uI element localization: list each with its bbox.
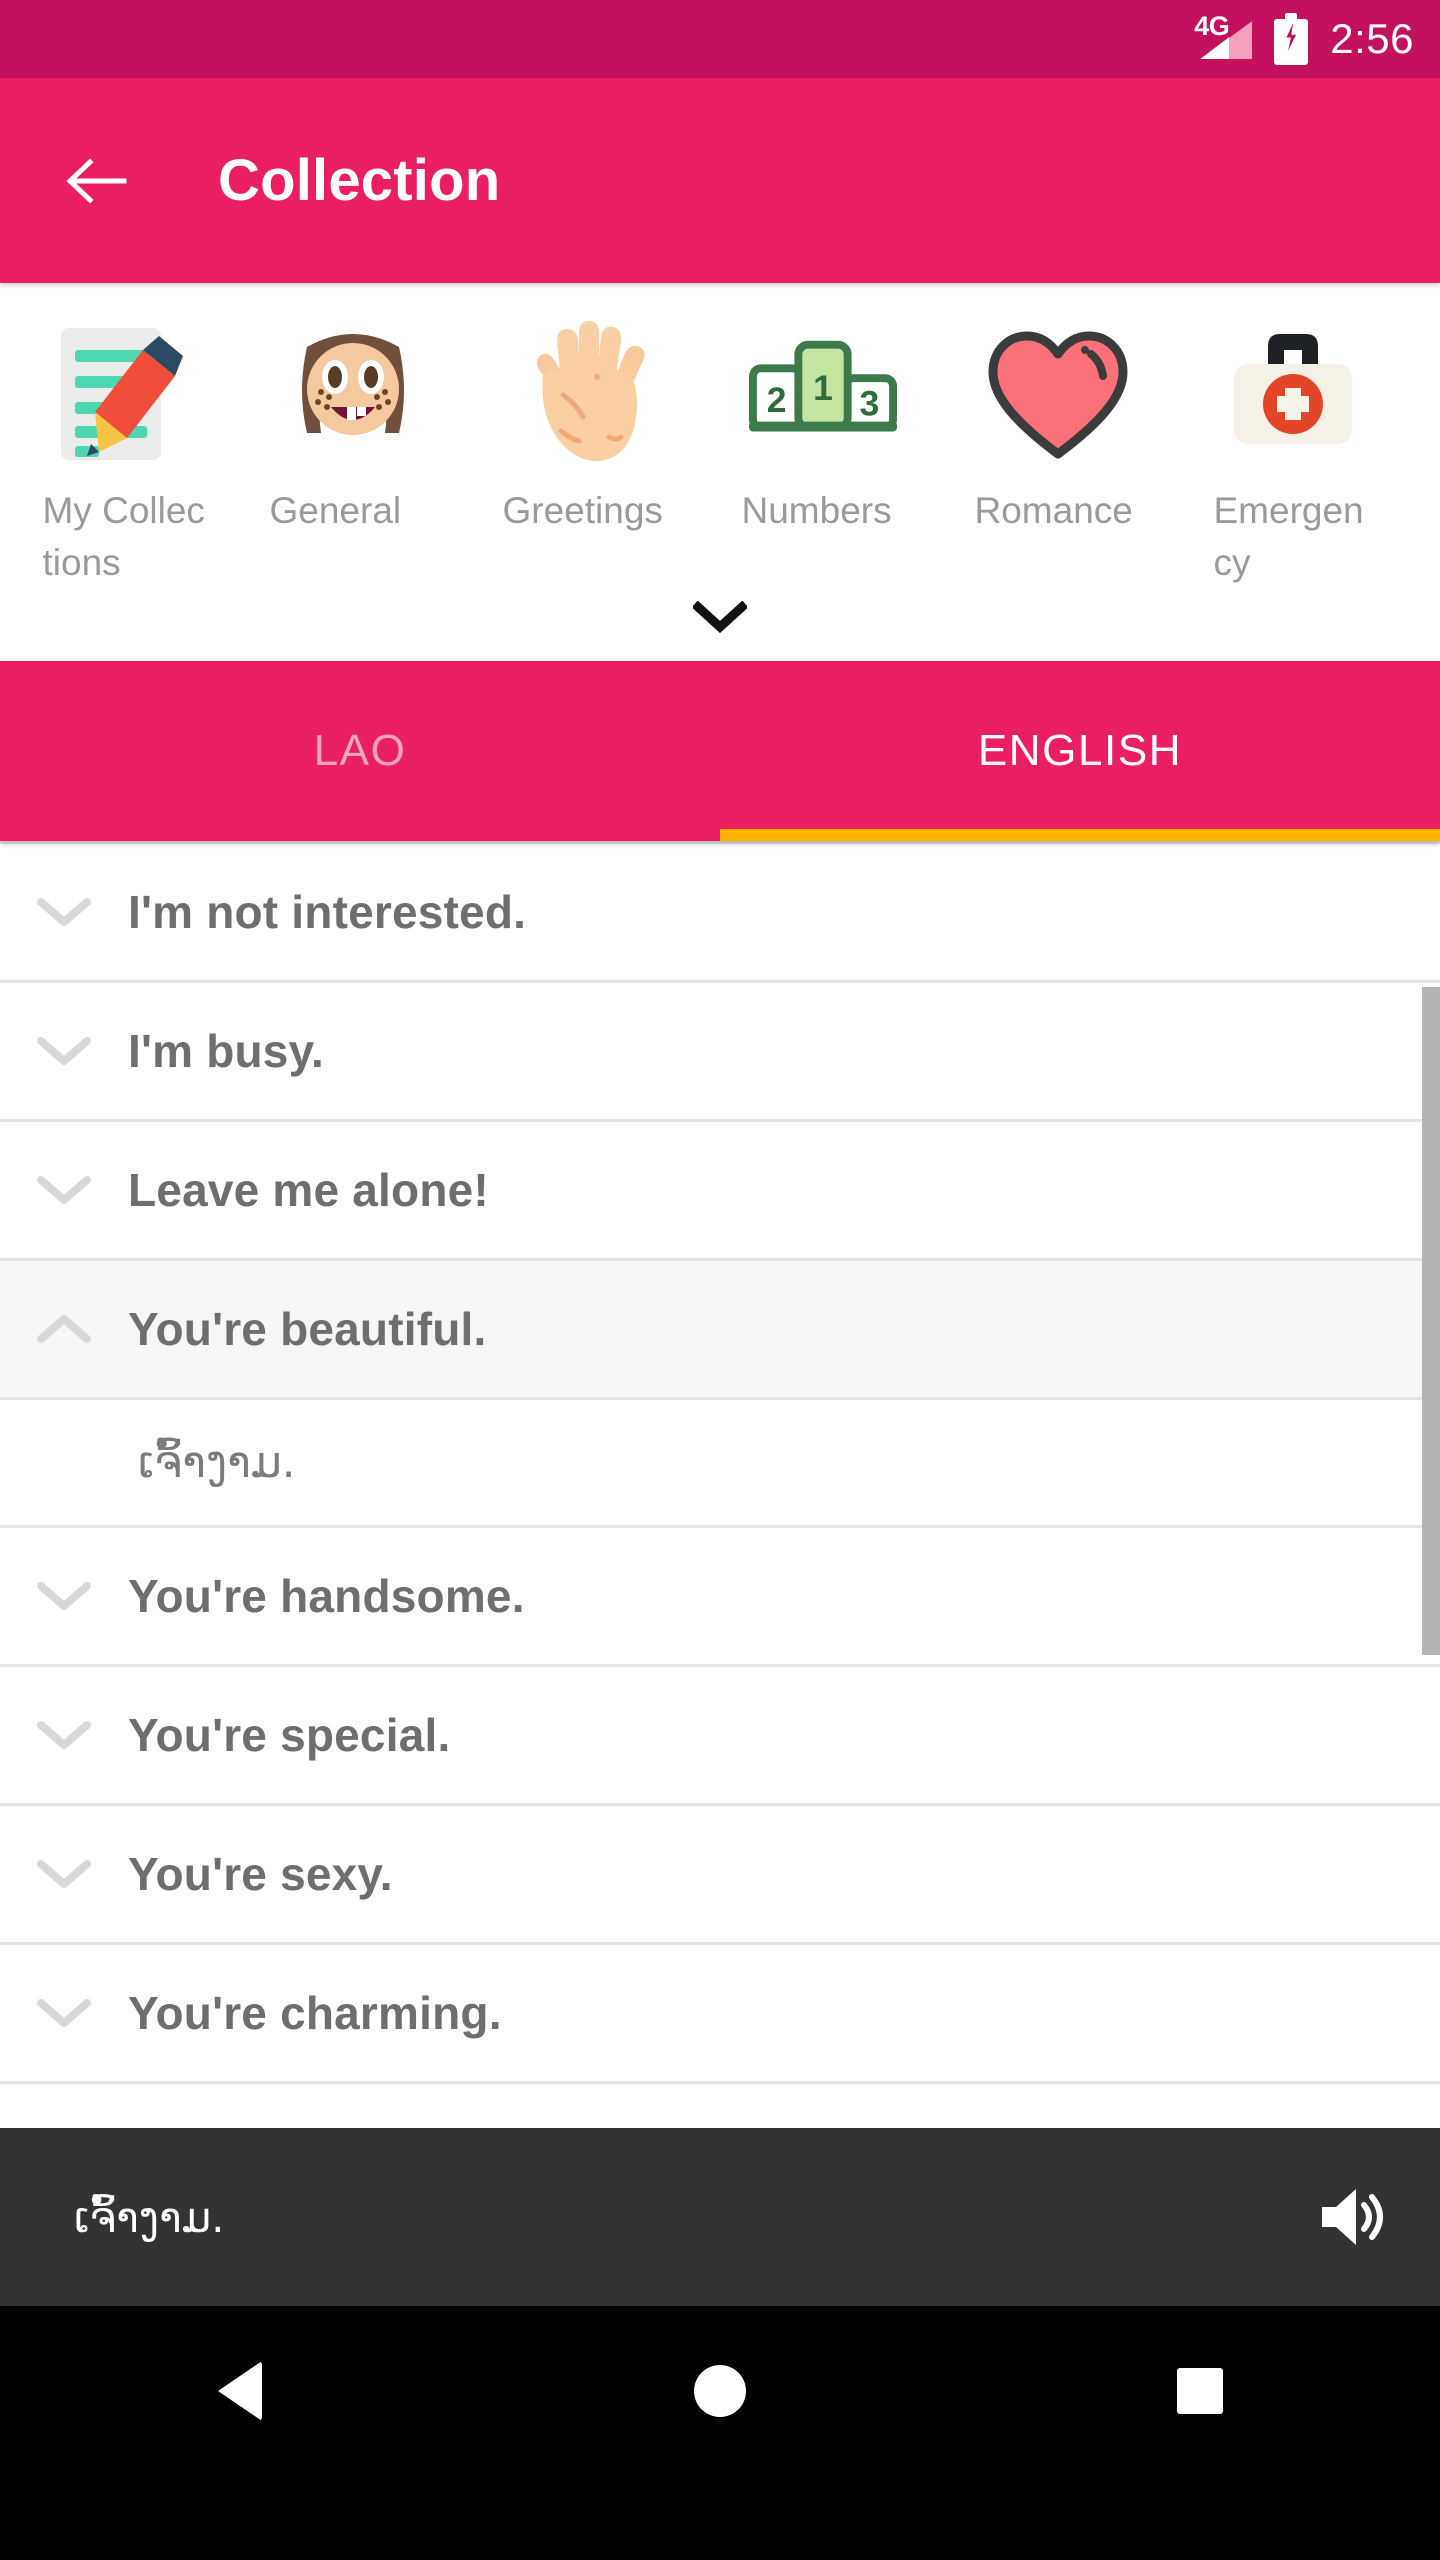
tab-label: LAO (313, 726, 407, 775)
svg-text:2: 2 (766, 380, 786, 420)
first-aid-kit-icon (1219, 317, 1367, 473)
signal-triangle-icon: 4G (1194, 11, 1253, 65)
category-row: My Collections General Greetings 2 1 3 N… (0, 283, 1440, 589)
chevron-down-icon[interactable] (0, 1034, 128, 1068)
category-item-my-collections[interactable]: My Collections (0, 317, 235, 589)
chevron-down-icon[interactable] (0, 1579, 128, 1613)
status-bar-clock: 2:56 (1330, 15, 1414, 62)
category-label: My Collections (42, 490, 205, 583)
svg-text:1: 1 (813, 368, 833, 408)
category-item-romance[interactable]: Romance (940, 317, 1175, 589)
table-row[interactable]: I'm not interested. (0, 844, 1440, 983)
category-item-general[interactable]: General (235, 317, 470, 589)
page-title: Collection (218, 148, 501, 213)
tab-lao[interactable]: LAO (0, 661, 720, 841)
volume-up-icon[interactable] (1316, 2181, 1388, 2253)
battery-charging-icon (1274, 13, 1309, 65)
phrase-text: Leave me alone! (128, 1164, 489, 1216)
audio-player-bar: ເຈົ້າງາມ. (0, 2128, 1440, 2306)
phrase-text: I'm not interested. (128, 886, 527, 938)
tab-english[interactable]: ENGLISH (720, 661, 1440, 841)
category-label: Emergency (1213, 490, 1364, 583)
status-bar: 4G 2:56 (0, 0, 1440, 78)
phrase-text: You're charming. (128, 1987, 502, 2039)
chevron-down-icon (691, 600, 749, 638)
category-strip: My Collections General Greetings 2 1 3 N… (0, 283, 1440, 661)
table-row-expanded[interactable]: You're beautiful. (0, 1261, 1440, 1400)
podium-123-icon: 2 1 3 (748, 317, 897, 473)
table-row[interactable]: You're special. (0, 1667, 1440, 1806)
heart-icon (984, 317, 1132, 473)
language-tab-bar: LAO ENGLISH (0, 661, 1440, 841)
chevron-down-icon[interactable] (0, 1718, 128, 1752)
nav-back-icon[interactable] (0, 2361, 480, 2421)
app-bar: Collection (0, 78, 1440, 283)
chevron-down-icon[interactable] (0, 1996, 128, 2030)
table-row[interactable]: Leave me alone! (0, 1122, 1440, 1261)
phrase-text: I'm busy. (128, 1025, 324, 1077)
android-navigation-bar (0, 2306, 1440, 2476)
chevron-down-icon[interactable] (0, 895, 128, 929)
chevron-down-icon[interactable] (0, 1173, 128, 1207)
category-item-emergency[interactable]: Emergency (1175, 317, 1410, 589)
memo-pencil-icon (44, 317, 192, 473)
phrase-text: You're handsome. (128, 1570, 525, 1622)
table-row[interactable]: You're charming. (0, 1945, 1440, 2084)
table-row[interactable]: You're sexy. (0, 1806, 1440, 1945)
translation-text: ເຈົ້າງາມ. (138, 1437, 296, 1488)
chevron-up-icon[interactable] (0, 1312, 128, 1346)
phrase-list[interactable]: I'm not interested. I'm busy. Leave me a… (0, 841, 1440, 2128)
svg-text:3: 3 (859, 384, 879, 424)
category-item-greetings[interactable]: Greetings (470, 317, 705, 589)
table-row[interactable]: You're handsome. (0, 1528, 1440, 1667)
signal-bars (1200, 21, 1253, 59)
arrow-left-icon[interactable] (62, 148, 128, 214)
category-label: Greetings (502, 490, 663, 531)
player-phrase-text: ເຈົ້າງາມ. (74, 2192, 225, 2242)
phrase-text: You're special. (128, 1709, 451, 1761)
open-hand-icon (514, 317, 662, 473)
category-label: Numbers (741, 490, 892, 531)
phrase-text: You're sexy. (128, 1848, 393, 1900)
vertical-scrollbar-thumb[interactable] (1422, 987, 1440, 1655)
nav-home-icon[interactable] (480, 2365, 960, 2417)
tab-label: ENGLISH (977, 726, 1183, 775)
phrase-text: You're beautiful. (128, 1303, 487, 1355)
chevron-down-icon[interactable] (0, 1857, 128, 1891)
category-item-numbers[interactable]: 2 1 3 Numbers (705, 317, 940, 589)
face-with-freckles-icon (279, 317, 427, 473)
table-row[interactable]: I'm busy. (0, 983, 1440, 1122)
category-label: General (269, 490, 402, 531)
category-label: Romance (974, 490, 1133, 531)
expand-categories-button[interactable] (0, 589, 1440, 661)
nav-recents-icon[interactable] (960, 2368, 1440, 2414)
phrase-translation-row: ເຈົ້າງາມ. (0, 1400, 1440, 1528)
